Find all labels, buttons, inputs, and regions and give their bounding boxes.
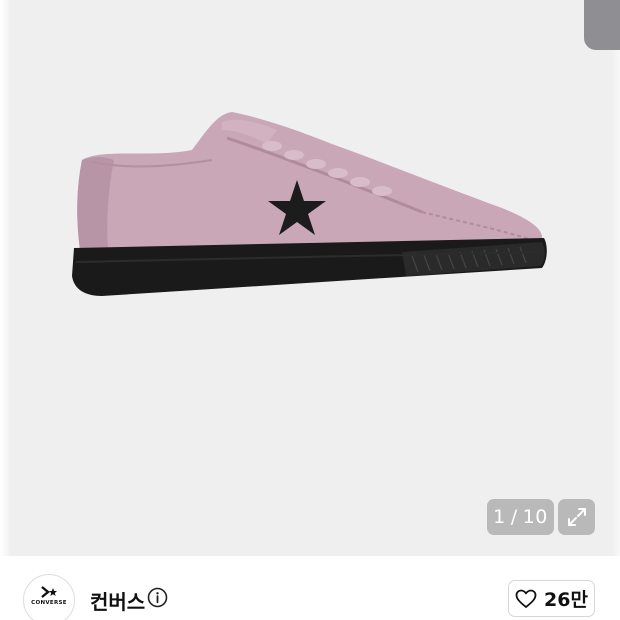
expand-arrows-icon bbox=[567, 508, 586, 526]
heart-outline-icon bbox=[515, 589, 537, 608]
info-circle-icon[interactable] bbox=[147, 587, 168, 608]
corner-tab bbox=[584, 0, 620, 50]
like-button[interactable]: 26만 bbox=[508, 580, 595, 617]
brand-name[interactable]: 컨버스 bbox=[90, 586, 145, 615]
product-image-gallery[interactable]: 1 / 10 bbox=[0, 0, 620, 556]
image-counter: 1 / 10 bbox=[487, 499, 554, 535]
counter-current: 1 bbox=[493, 506, 506, 528]
converse-chevron-star-icon bbox=[41, 586, 57, 598]
counter-total: 10 bbox=[522, 506, 548, 528]
gallery-edge bbox=[612, 0, 620, 556]
brand-logo-text: CONVERSE bbox=[31, 600, 67, 606]
like-count: 26만 bbox=[544, 589, 588, 611]
expand-gallery-button[interactable] bbox=[558, 499, 595, 535]
product-image bbox=[72, 112, 547, 296]
brand-avatar[interactable]: CONVERSE bbox=[23, 574, 75, 620]
gallery-edge bbox=[0, 0, 11, 556]
counter-separator: / bbox=[510, 506, 518, 528]
